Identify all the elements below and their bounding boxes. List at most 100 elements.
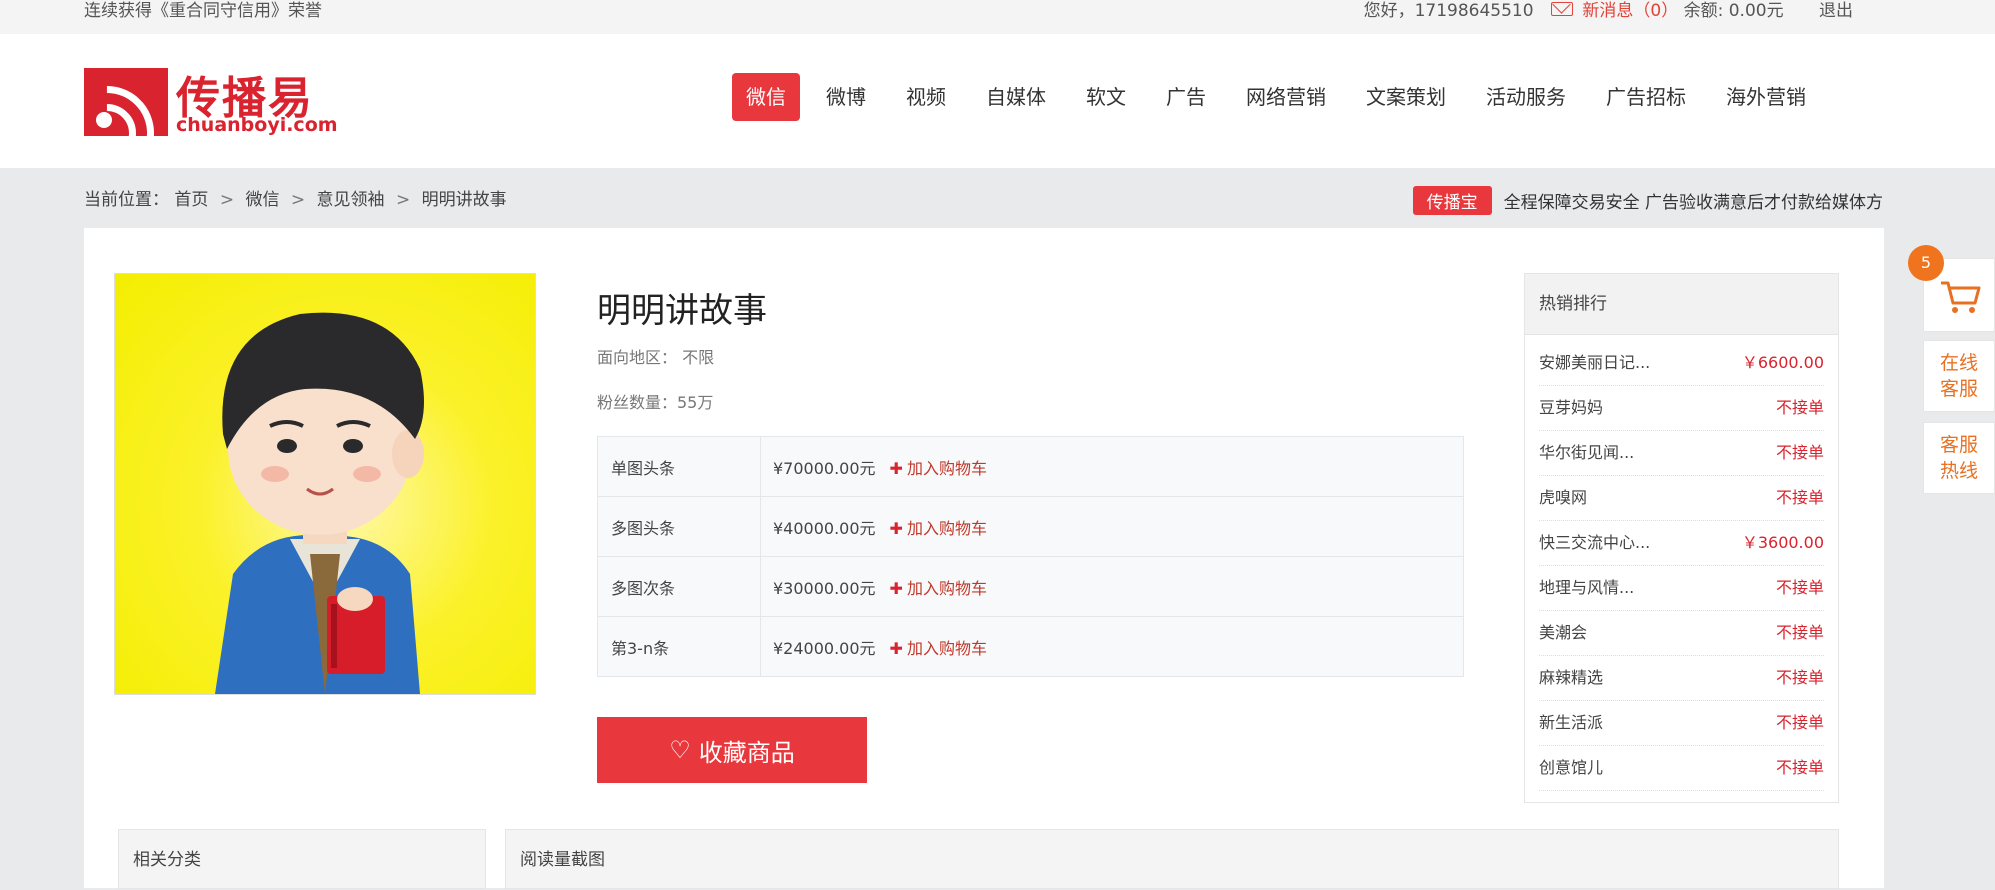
plus-icon: ✚ <box>889 458 903 478</box>
online-service-button[interactable]: 在线 客服 <box>1923 340 1995 412</box>
breadcrumb-kol[interactable]: 意见领袖 <box>317 190 385 210</box>
breadcrumb-separator: > <box>290 190 306 210</box>
list-item[interactable]: 快三交流中心... ￥3600.00 <box>1539 521 1824 566</box>
hotline-label-1: 客服 <box>1939 434 1978 456</box>
read-screenshot-panel: 阅读量截图 <box>505 829 1839 889</box>
nav-events[interactable]: 活动服务 <box>1472 73 1580 121</box>
hot-name: 虎嗅网 <box>1539 488 1588 507</box>
balance: 余额: 0.00元 <box>1683 1 1784 21</box>
cart-count-badge: 5 <box>1908 245 1944 281</box>
list-item[interactable]: 麻辣精选 不接单 <box>1539 656 1824 701</box>
hot-name: 豆芽妈妈 <box>1539 398 1604 417</box>
top-bar: 连续获得《重合同守信用》荣誉 您好，17198645510 新消息（0） 余额:… <box>0 0 1995 34</box>
price-cell: ¥70000.00元 ✚ 加入购物车 <box>760 436 1464 497</box>
logo-en: chuanboyi.com <box>176 114 338 136</box>
list-item[interactable]: 安娜美丽日记... ￥6600.00 <box>1539 341 1824 386</box>
add-to-cart-label: 加入购物车 <box>906 518 987 538</box>
nav-self-media[interactable]: 自媒体 <box>972 73 1060 121</box>
nav-online-marketing[interactable]: 网络营销 <box>1232 73 1340 121</box>
guarantee-badge: 传播宝 <box>1412 186 1492 215</box>
table-row: 多图次条 ¥30000.00元 ✚ 加入购物车 <box>597 556 1464 617</box>
hotline-button[interactable]: 客服 热线 <box>1923 422 1995 494</box>
price-table: 单图头条 ¥70000.00元 ✚ 加入购物车 多图头条 ¥40000.00元 ✚ 加入… <box>597 436 1464 677</box>
hot-name: 麻辣精选 <box>1539 668 1604 687</box>
product-title: 明明讲故事 <box>597 291 767 331</box>
add-to-cart-label: 加入购物车 <box>906 458 987 478</box>
breadcrumb-home[interactable]: 首页 <box>174 190 208 210</box>
price-value: ¥24000.00元 <box>773 638 876 658</box>
hot-name: 美潮会 <box>1539 623 1588 642</box>
heart-icon: ♡ <box>669 736 691 764</box>
hot-list: 安娜美丽日记... ￥6600.00 豆芽妈妈 不接单 华尔街见闻... 不接单 虎嗅… <box>1525 335 1838 791</box>
hot-price: 不接单 <box>1775 623 1824 642</box>
nav-overseas[interactable]: 海外营销 <box>1712 73 1820 121</box>
favorite-label: 收藏商品 <box>698 739 795 767</box>
floating-cart[interactable]: 5 <box>1908 245 1995 332</box>
hot-price: 不接单 <box>1775 578 1824 597</box>
honor-text: 连续获得《重合同守信用》荣誉 <box>84 1 322 21</box>
user-bar: 您好，17198645510 新消息（0） 余额: 0.00元 退出 <box>1364 0 1853 21</box>
breadcrumb-label: 当前位置： <box>84 190 169 210</box>
hot-price: ￥3600.00 <box>1741 533 1824 552</box>
list-item[interactable]: 创意馆儿 不接单 <box>1539 746 1824 791</box>
price-value: ¥40000.00元 <box>773 518 876 538</box>
add-to-cart-button[interactable]: ✚ 加入购物车 <box>890 519 987 538</box>
table-row: 多图头条 ¥40000.00元 ✚ 加入购物车 <box>597 496 1464 557</box>
add-to-cart-button[interactable]: ✚ 加入购物车 <box>890 639 987 658</box>
price-cell: ¥30000.00元 ✚ 加入购物车 <box>760 556 1464 617</box>
site-header: 传播易 chuanboyi.com 微信 微博 视频 自媒体 软文 广告 网络营… <box>0 34 1995 168</box>
list-item[interactable]: 华尔街见闻... 不接单 <box>1539 431 1824 476</box>
guarantee-text: 全程保障交易安全 广告验收满意后才付款给媒体方 <box>1503 193 1883 213</box>
nav-video[interactable]: 视频 <box>892 73 960 121</box>
nav-ad-bidding[interactable]: 广告招标 <box>1592 73 1700 121</box>
greeting: 您好，17198645510 <box>1363 1 1534 21</box>
nav-ads[interactable]: 广告 <box>1152 73 1220 121</box>
hot-price: 不接单 <box>1775 488 1824 507</box>
main-nav: 微信 微博 视频 自媒体 软文 广告 网络营销 文案策划 活动服务 广告招标 海… <box>732 73 1832 121</box>
fans-info: 粉丝数量：55万 <box>597 393 714 412</box>
region-info: 面向地区： 不限 <box>597 348 715 367</box>
breadcrumb: 当前位置： 首页 > 微信 > 意见领袖 > 明明讲故事 <box>84 185 507 210</box>
hot-name: 创意馆儿 <box>1539 758 1604 777</box>
breadcrumb-current: 明明讲故事 <box>421 190 507 210</box>
logo[interactable]: 传播易 chuanboyi.com <box>84 66 338 138</box>
add-to-cart-button[interactable]: ✚ 加入购物车 <box>890 459 987 478</box>
guarantee-banner: 传播宝 全程保障交易安全 广告验收满意后才付款给媒体方 <box>1412 186 1883 215</box>
hot-name: 安娜美丽日记... <box>1539 353 1651 372</box>
hot-price: 不接单 <box>1775 758 1824 777</box>
nav-weibo[interactable]: 微博 <box>812 73 880 121</box>
hot-name: 华尔街见闻... <box>1539 443 1635 462</box>
nav-copywriting[interactable]: 文案策划 <box>1352 73 1460 121</box>
hot-price: 不接单 <box>1775 713 1824 732</box>
hot-name: 快三交流中心... <box>1539 533 1651 552</box>
add-to-cart-label: 加入购物车 <box>906 638 987 658</box>
list-item[interactable]: 虎嗅网 不接单 <box>1539 476 1824 521</box>
logout-link[interactable]: 退出 <box>1819 0 1853 21</box>
plus-icon: ✚ <box>889 578 903 598</box>
nav-weixin[interactable]: 微信 <box>732 73 800 121</box>
plus-icon: ✚ <box>889 518 903 538</box>
ad-position: 多图头条 <box>597 496 761 557</box>
price-cell: ¥24000.00元 ✚ 加入购物车 <box>760 616 1464 677</box>
hot-price: 不接单 <box>1775 443 1824 462</box>
list-item[interactable]: 豆芽妈妈 不接单 <box>1539 386 1824 431</box>
messages-link[interactable]: 新消息（0） <box>1582 0 1678 21</box>
breadcrumb-weixin[interactable]: 微信 <box>245 190 279 210</box>
rss-logo-icon <box>84 68 168 136</box>
hot-ranking-title: 热销排行 <box>1525 274 1838 335</box>
add-to-cart-button[interactable]: ✚ 加入购物车 <box>890 579 987 598</box>
list-item[interactable]: 新生活派 不接单 <box>1539 701 1824 746</box>
breadcrumb-separator: > <box>395 190 411 210</box>
related-category-panel: 相关分类 <box>118 829 486 889</box>
nav-soft-article[interactable]: 软文 <box>1072 73 1140 121</box>
hot-price: 不接单 <box>1775 398 1824 417</box>
list-item[interactable]: 美潮会 不接单 <box>1539 611 1824 656</box>
mail-icon[interactable] <box>1550 2 1573 16</box>
table-row: 第3-n条 ¥24000.00元 ✚ 加入购物车 <box>597 616 1464 677</box>
plus-icon: ✚ <box>889 638 903 658</box>
hot-price: 不接单 <box>1775 668 1824 687</box>
favorite-button[interactable]: ♡ 收藏商品 <box>597 717 867 783</box>
list-item[interactable]: 地理与风情... 不接单 <box>1539 566 1824 611</box>
hot-price: ￥6600.00 <box>1741 353 1824 372</box>
account-avatar <box>114 273 536 695</box>
